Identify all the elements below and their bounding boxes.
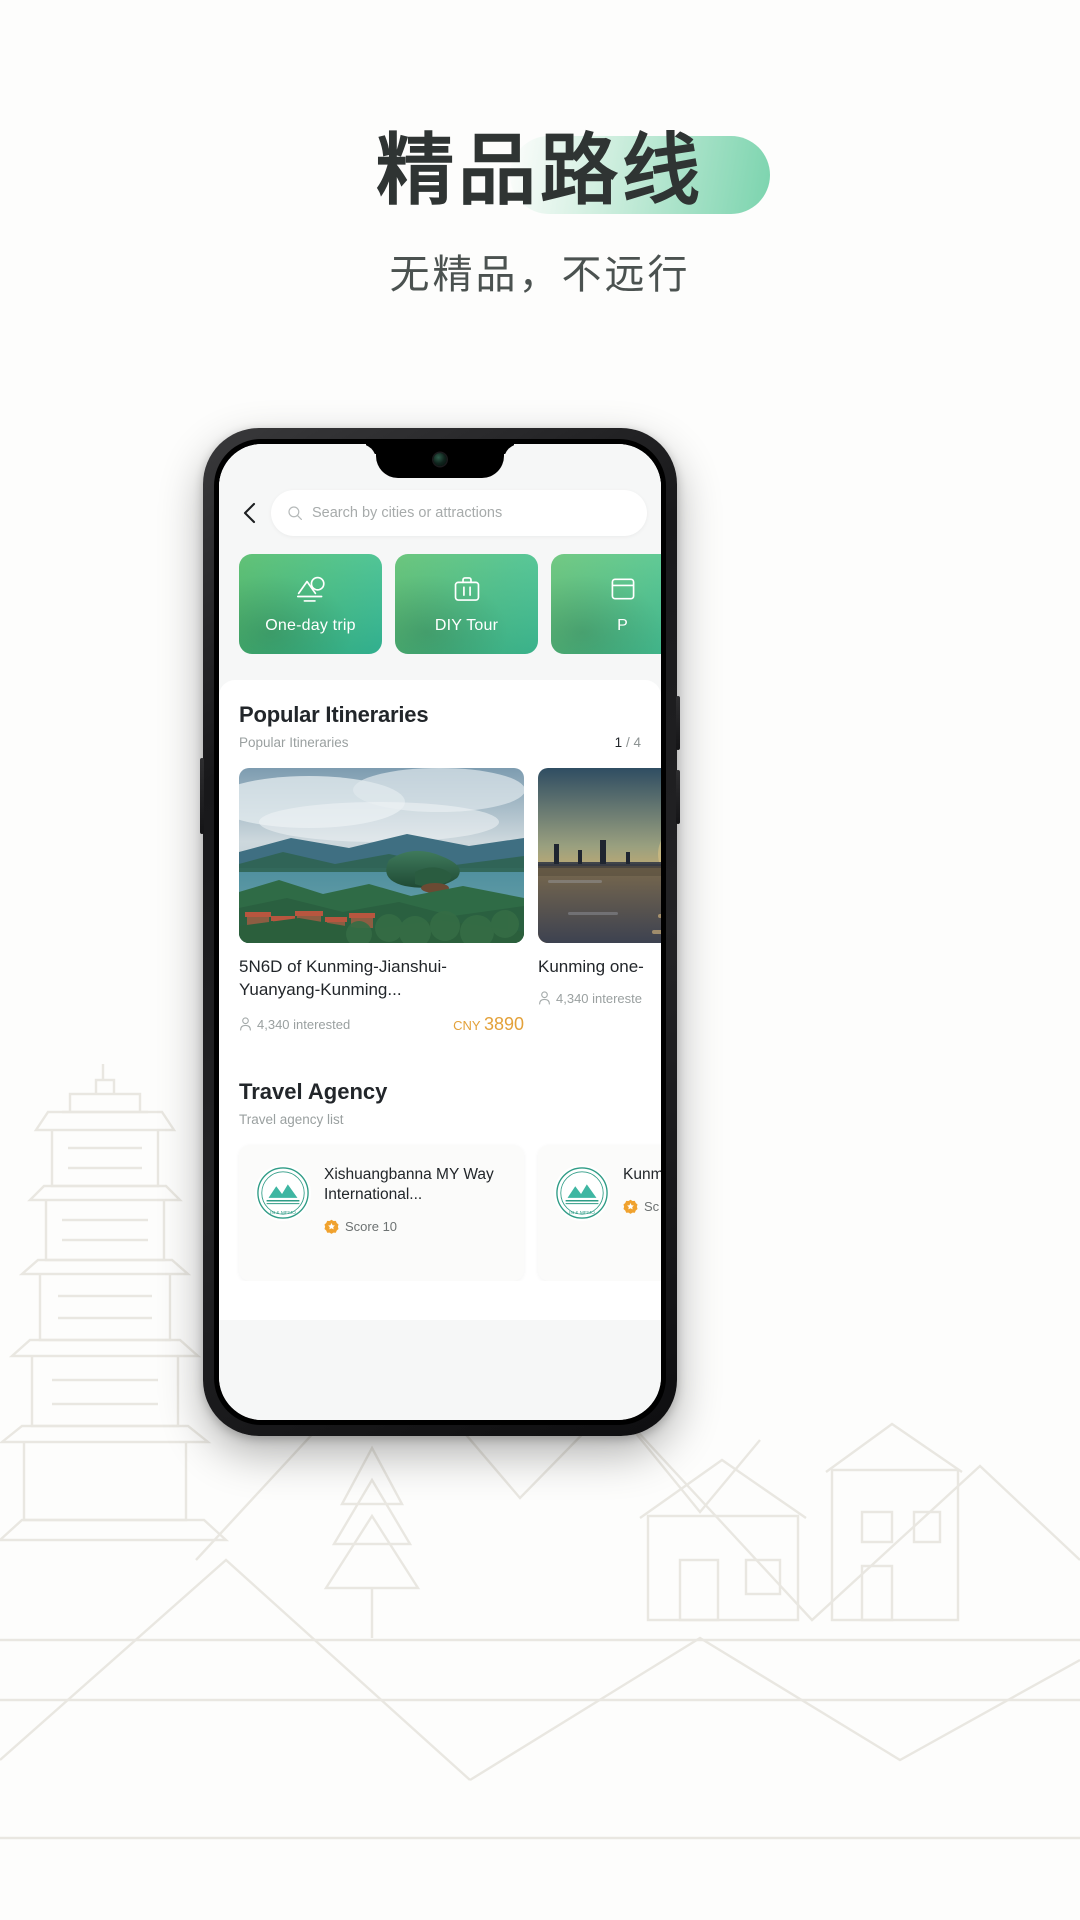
interested-count: 4,340 interested [239,1017,350,1032]
phone-notch [376,444,504,478]
section-subtitle: Travel agency list [239,1111,344,1127]
svg-text:IN & MEMO: IN & MEMO [569,1210,595,1216]
partial-icon [608,574,638,609]
popular-section-header: Popular Itineraries Popular Itineraries … [219,702,661,750]
back-button[interactable] [227,501,271,525]
itinerary-carousel[interactable]: 5N6D of Kunming-Jianshui-Yuanyang-Kunmin… [219,750,661,1035]
category-tile-partial[interactable]: P [551,554,661,654]
section-title: Travel Agency [239,1078,388,1104]
itinerary-image [538,768,661,943]
front-camera-icon [433,453,447,466]
chevron-left-icon [243,502,255,524]
agency-score-label: Score 10 [345,1219,398,1235]
carousel-current: 1 [614,735,623,750]
itinerary-title: Kunming one- [538,957,644,976]
search-icon [288,506,302,520]
category-tile-diy-tour[interactable]: DIY Tour [395,554,538,654]
phone-screen: Search by cities or attractions One-day … [219,444,661,1420]
agency-score-label: Sc [644,1199,660,1215]
mountain-sun-icon [294,574,328,609]
star-badge-icon [324,1219,339,1234]
section-subrow: Popular Itineraries 1 / 4 [239,735,641,750]
agency-carousel[interactable]: IN & MEMO Xishuangbanna MY Way Internati… [219,1127,661,1281]
phone-mockup: Search by cities or attractions One-day … [200,428,680,1436]
search-placeholder: Search by cities or attractions [312,505,503,521]
person-icon [240,1017,251,1031]
itinerary-meta: 4,340 interested CNY 3890 [239,1014,524,1035]
itinerary-title: 5N6D of Kunming-Jianshui-Yuanyang-Kunmin… [239,957,447,999]
itinerary-card[interactable]: Kunming one- 4,340 intereste [538,768,661,1035]
svg-text:IN & MEMO: IN & MEMO [270,1210,296,1216]
app-viewport: Search by cities or attractions One-day … [219,444,661,1420]
page-title: 精品路线 [375,126,704,214]
currency-label: CNY [453,1017,481,1033]
section-title: Popular Itineraries [239,702,429,727]
price-value: 3890 [483,1013,524,1034]
category-tile-label: One-day trip [265,616,356,634]
secondary-button[interactable] [676,770,680,824]
section-subtitle: Popular Itineraries [239,735,349,750]
agency-name: Xishuangbanna MY Way International... [324,1165,494,1204]
agency-card[interactable]: IN & MEMO Kunm Inter [538,1144,661,1281]
agency-info: Xishuangbanna MY Way International... Sc… [324,1165,508,1261]
person-icon [539,991,550,1006]
phone-bezel: Search by cities or attractions One-day … [214,439,666,1425]
carousel-total: 4 [633,735,641,750]
agency-info: Kunm Inter Sc [623,1165,661,1261]
category-tiles[interactable]: One-day trip DIY Tour P [219,540,661,654]
volume-button[interactable] [200,758,204,834]
itinerary-image [239,768,524,943]
category-tile-one-day-trip[interactable]: One-day trip [239,554,382,654]
interested-label: 4,340 intereste [556,990,643,1006]
category-tile-label: DIY Tour [434,616,499,634]
hero: 精品路线 无精品，不远行 [0,0,1080,300]
suitcase-icon [452,574,482,609]
itinerary-price: CNY 3890 [453,1014,524,1035]
agency-badge-icon: IN & MEMO [255,1164,311,1221]
agency-card[interactable]: IN & MEMO Xishuangbanna MY Way Internati… [239,1144,524,1281]
carousel-separator: / [625,735,630,750]
search-input[interactable]: Search by cities or attractions [271,490,647,536]
interested-label: 4,340 interested [257,1016,351,1032]
agency-score: Score 10 [324,1219,508,1234]
star-badge-icon [623,1199,638,1214]
agency-section-header: Travel Agency Travel agency list [219,1079,661,1127]
itinerary-meta: 4,340 intereste [538,991,661,1006]
interested-count: 4,340 intereste [538,991,642,1006]
carousel-counter: 1 / 4 [615,735,641,750]
landing-page: 精品路线 无精品，不远行 Search by cities or attract… [0,0,1080,1920]
category-tile-label: P [617,616,628,634]
itinerary-card[interactable]: 5N6D of Kunming-Jianshui-Yuanyang-Kunmin… [239,768,524,1035]
power-button[interactable] [676,696,680,750]
agency-badge-icon: IN & MEMO [554,1164,610,1221]
agency-name: Kunm Inter [623,1165,661,1183]
hero-title-wrap: 精品路线 [362,126,770,214]
page-subtitle: 无精品，不远行 [389,253,691,298]
agency-score: Sc [623,1199,661,1214]
content-sheet: Popular Itineraries Popular Itineraries … [219,680,661,1320]
